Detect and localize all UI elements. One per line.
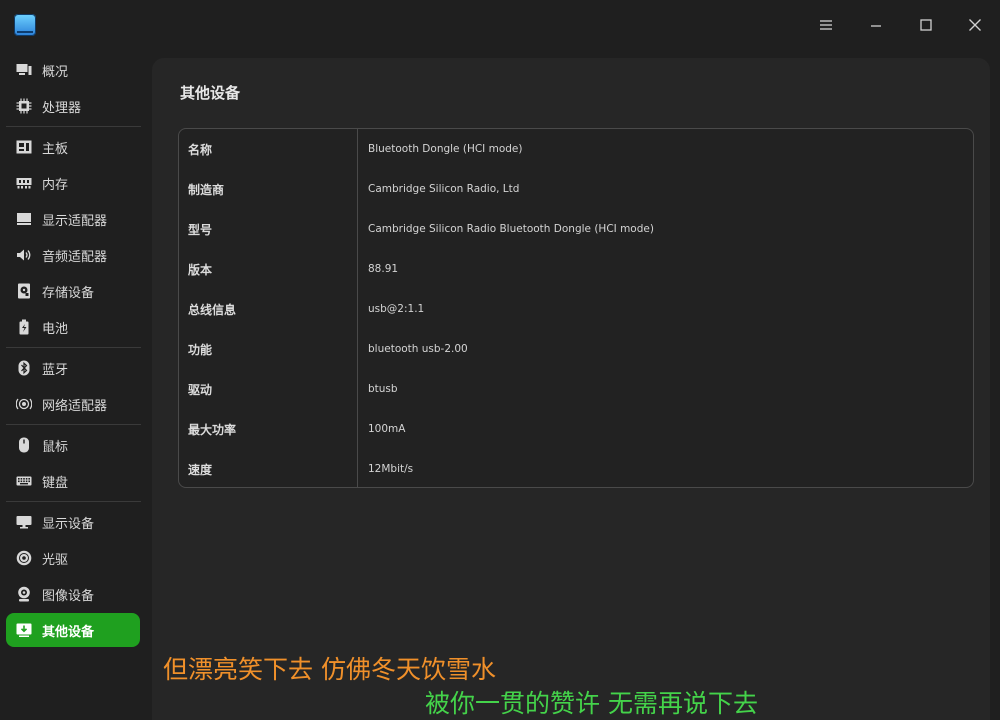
device-info-table: 名称 Bluetooth Dongle (HCI mode) 制造商 Cambr… (178, 128, 974, 488)
page-title: 其他设备 (180, 84, 241, 102)
sidebar-item-label: 鼠标 (42, 439, 69, 455)
app-icon (14, 14, 36, 36)
sidebar-item-label: 光驱 (42, 552, 69, 568)
row-value: btusb (368, 383, 398, 395)
sidebar-divider (6, 126, 141, 127)
bluetooth-icon (16, 360, 32, 376)
sidebar-item-audio-adapter[interactable]: 音频适配器 (6, 238, 140, 272)
table-row: 最大功率 100mA (179, 409, 973, 449)
sidebar-item-memory[interactable]: 内存 (6, 166, 140, 200)
sidebar-item-overview[interactable]: 概况 (6, 53, 140, 87)
row-key: 功能 (188, 342, 213, 357)
sidebar-item-label: 概况 (42, 64, 69, 80)
row-key: 速度 (188, 462, 213, 477)
storage-icon (16, 283, 32, 299)
row-value: 88.91 (368, 263, 399, 275)
close-icon[interactable] (960, 10, 990, 40)
sidebar-item-display-device[interactable]: 显示设备 (6, 505, 140, 539)
sidebar-item-label: 其他设备 (42, 624, 95, 640)
memory-icon (16, 175, 32, 191)
sidebar-item-image-device[interactable]: 图像设备 (6, 577, 140, 611)
motherboard-icon (16, 139, 32, 155)
sidebar-item-keyboard[interactable]: 键盘 (6, 464, 140, 498)
sidebar-item-label: 音频适配器 (42, 249, 108, 265)
row-value: usb@2:1.1 (368, 303, 425, 315)
sidebar-item-label: 内存 (42, 177, 69, 193)
table-row: 功能 bluetooth usb-2.00 (179, 329, 973, 369)
overview-icon (16, 62, 32, 78)
table-row: 总线信息 usb@2:1.1 (179, 289, 973, 329)
table-row: 驱动 btusb (179, 369, 973, 409)
row-key: 最大功率 (188, 422, 237, 437)
row-key: 总线信息 (188, 302, 237, 317)
sidebar-item-label: 处理器 (42, 100, 82, 116)
sidebar-item-label: 主板 (42, 141, 69, 157)
row-value: 100mA (368, 423, 406, 435)
row-value: Cambridge Silicon Radio Bluetooth Dongle… (368, 223, 654, 235)
monitor-icon (16, 514, 32, 530)
display-adapter-icon (16, 211, 32, 227)
row-key: 名称 (188, 142, 213, 157)
sidebar-item-label: 网络适配器 (42, 398, 108, 414)
title-bar (0, 0, 1000, 50)
sidebar-item-label: 显示设备 (42, 516, 95, 532)
sidebar-item-bluetooth[interactable]: 蓝牙 (6, 351, 140, 385)
table-row: 版本 88.91 (179, 249, 973, 289)
sidebar-item-mouse[interactable]: 鼠标 (6, 428, 140, 462)
row-key: 型号 (188, 222, 213, 237)
keyboard-icon (16, 473, 32, 489)
sidebar-item-motherboard[interactable]: 主板 (6, 130, 140, 164)
row-value: Cambridge Silicon Radio, Ltd (368, 183, 520, 195)
lyric-line-2: 被你一贯的赞许 无需再说下去 (425, 689, 758, 718)
speaker-icon (16, 247, 32, 263)
row-key: 驱动 (188, 382, 213, 397)
sidebar-item-display-adapter[interactable]: 显示适配器 (6, 202, 140, 236)
row-value: Bluetooth Dongle (HCI mode) (368, 143, 523, 155)
camera-icon (16, 586, 32, 602)
disc-icon (16, 550, 32, 566)
row-key: 版本 (188, 262, 213, 277)
sidebar-item-cpu[interactable]: 处理器 (6, 89, 140, 123)
sidebar-item-label: 蓝牙 (42, 362, 69, 378)
sidebar-item-label: 键盘 (42, 475, 69, 491)
sidebar-item-battery[interactable]: 电池 (6, 310, 140, 344)
sidebar-item-label: 显示适配器 (42, 213, 108, 229)
table-row: 型号 Cambridge Silicon Radio Bluetooth Don… (179, 209, 973, 249)
sidebar: 概况 处理器 主板 内存 显示适配器 音频适配器 存储设备 电池 蓝牙 网络适配… (0, 50, 150, 720)
menu-icon[interactable] (811, 10, 841, 40)
sidebar-item-label: 图像设备 (42, 588, 95, 604)
sidebar-divider (6, 501, 141, 502)
sidebar-item-other-devices[interactable]: 其他设备 (6, 613, 140, 647)
other-device-icon (16, 622, 32, 638)
battery-icon (16, 319, 32, 335)
row-key: 制造商 (188, 182, 225, 197)
sidebar-divider (6, 424, 141, 425)
row-value: 12Mbit/s (368, 463, 414, 475)
main-panel: 其他设备 名称 Bluetooth Dongle (HCI mode) 制造商 … (152, 58, 990, 720)
sidebar-divider (6, 347, 141, 348)
sidebar-item-optical-drive[interactable]: 光驱 (6, 541, 140, 575)
table-row: 速度 12Mbit/s (179, 449, 973, 487)
sidebar-item-label: 电池 (42, 321, 69, 337)
maximize-icon[interactable] (911, 10, 941, 40)
minimize-icon[interactable] (861, 10, 891, 40)
cpu-icon (16, 98, 32, 114)
table-row: 名称 Bluetooth Dongle (HCI mode) (179, 129, 973, 169)
sidebar-item-label: 存储设备 (42, 285, 95, 301)
row-value: bluetooth usb-2.00 (368, 343, 468, 355)
sidebar-item-network-adapter[interactable]: 网络适配器 (6, 387, 140, 421)
mouse-icon (16, 437, 32, 453)
table-row: 制造商 Cambridge Silicon Radio, Ltd (179, 169, 973, 209)
lyric-line-1: 但漂亮笑下去 仿佛冬天饮雪水 (163, 655, 496, 684)
network-icon (16, 396, 32, 412)
sidebar-item-storage[interactable]: 存储设备 (6, 274, 140, 308)
